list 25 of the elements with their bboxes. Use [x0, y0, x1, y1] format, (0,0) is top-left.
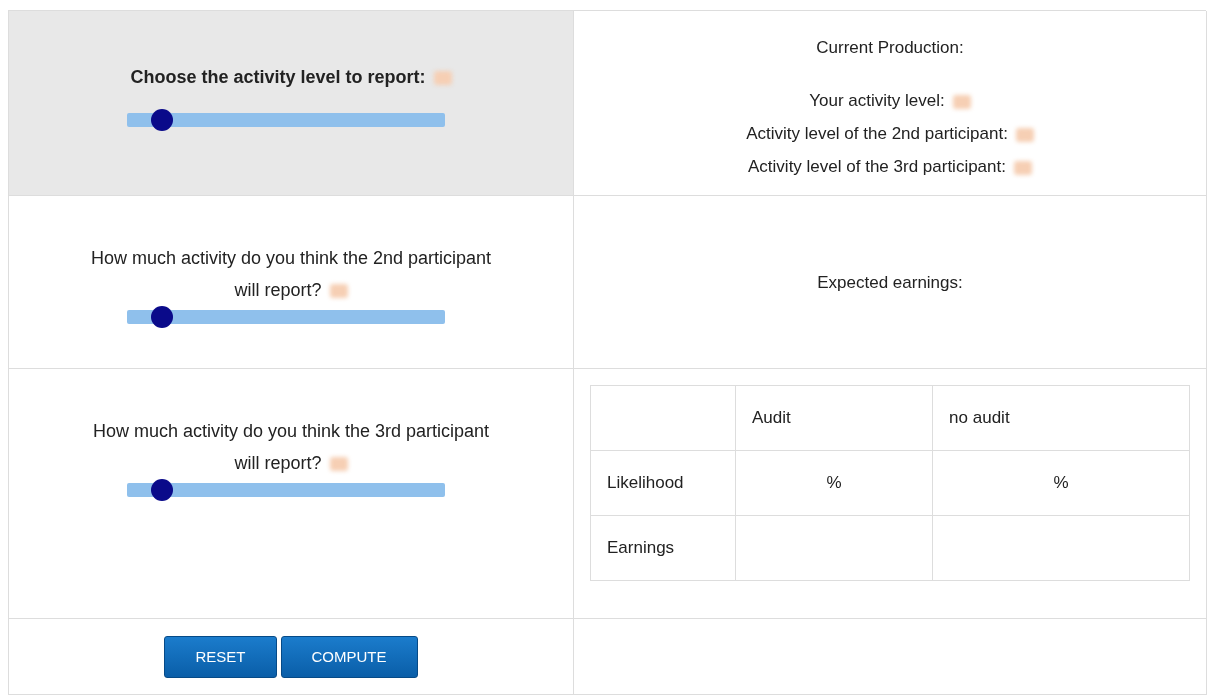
redaction-mark — [433, 71, 452, 86]
slider-thumb[interactable] — [150, 109, 173, 131]
action-button[interactable]: COMPUTE — [280, 635, 418, 678]
info-line: Activity level of the 2nd participant: — [746, 117, 1034, 150]
table-cell: % — [735, 450, 933, 516]
slider-thumb[interactable] — [150, 479, 173, 501]
info-line: Your activity level: — [809, 84, 971, 117]
question-label: Choose the activity level to report: — [130, 61, 452, 93]
column-header: Audit — [735, 385, 933, 451]
action-button[interactable]: RESET — [164, 635, 277, 678]
redaction-mark — [329, 284, 348, 299]
row-header: Earnings — [590, 515, 736, 581]
section-title: Current Production: — [816, 37, 964, 59]
redaction-mark — [1015, 127, 1034, 142]
table-cell: % — [932, 450, 1190, 516]
redaction-mark — [1014, 160, 1032, 175]
redaction-mark — [329, 457, 348, 472]
redaction-mark — [952, 94, 971, 109]
slider-thumb[interactable] — [150, 306, 173, 328]
info-line: Activity level of the 3rd participant: — [748, 150, 1032, 183]
earnings-label: Expected earnings: — [817, 271, 963, 294]
row-header: Likelihood — [590, 450, 736, 516]
question-label: How much activity do you think the 2nd participant will report? — [89, 247, 493, 302]
question-label: How much activity do you think the 3rd participant will report? — [91, 420, 491, 475]
column-header: no audit — [932, 385, 1190, 451]
